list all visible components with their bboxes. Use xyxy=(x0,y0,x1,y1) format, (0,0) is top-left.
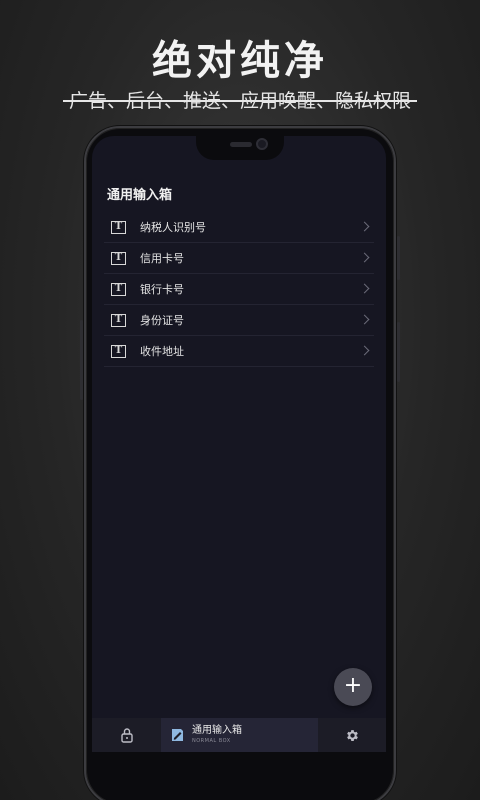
add-button[interactable]: + xyxy=(334,668,372,706)
text-icon: T xyxy=(111,282,126,296)
chevron-right-icon xyxy=(359,283,370,294)
bottom-nav: 通用输入箱 NORMAL BOX xyxy=(92,718,386,752)
side-button xyxy=(397,322,400,382)
nav-normal-box[interactable]: 通用输入箱 NORMAL BOX xyxy=(161,718,318,752)
volume-button xyxy=(80,320,83,400)
text-icon: T xyxy=(111,313,126,327)
chevron-right-icon xyxy=(359,221,370,232)
chevron-right-icon xyxy=(359,252,370,263)
promo-title: 绝对纯净 xyxy=(152,38,328,84)
promo-subtitle: 广告、后台、推送、应用唤醒、隐私权限 xyxy=(0,86,480,113)
list-item-bank-card[interactable]: T 银行卡号 xyxy=(104,274,374,305)
list-item-taxpayer-id[interactable]: T 纳税人识别号 xyxy=(104,212,374,243)
chevron-right-icon xyxy=(359,314,370,325)
nav-active-label: 通用输入箱 xyxy=(192,725,242,736)
nav-settings[interactable] xyxy=(318,718,386,752)
list-item-label: 收件地址 xyxy=(140,345,184,358)
lock-icon xyxy=(120,728,133,743)
text-icon: T xyxy=(111,344,126,358)
list-item-label: 纳税人识别号 xyxy=(140,221,206,234)
list-item-label: 信用卡号 xyxy=(140,252,184,265)
notch xyxy=(196,134,284,160)
front-camera xyxy=(256,138,268,150)
bottom-bezel xyxy=(92,752,386,766)
list-item-address[interactable]: T 收件地址 xyxy=(104,336,374,367)
text-icon: T xyxy=(111,220,126,234)
gear-icon xyxy=(346,729,358,741)
chevron-right-icon xyxy=(359,345,370,356)
nav-lock[interactable] xyxy=(92,718,161,752)
input-box-list: T 纳税人识别号 T 信用卡号 T 银行卡号 T 身份证号 T 收件地址 xyxy=(104,212,374,367)
list-item-id-card[interactable]: T 身份证号 xyxy=(104,305,374,336)
list-item-label: 身份证号 xyxy=(140,314,184,327)
nav-active-sublabel: NORMAL BOX xyxy=(192,738,231,744)
list-title: 通用输入箱 xyxy=(107,188,173,203)
note-icon xyxy=(172,729,183,741)
strikethrough-line xyxy=(62,99,417,102)
list-item-credit-card[interactable]: T 信用卡号 xyxy=(104,243,374,274)
speaker-grille xyxy=(230,142,252,147)
list-item-label: 银行卡号 xyxy=(140,283,184,296)
text-icon: T xyxy=(111,251,126,265)
power-button xyxy=(397,236,400,280)
